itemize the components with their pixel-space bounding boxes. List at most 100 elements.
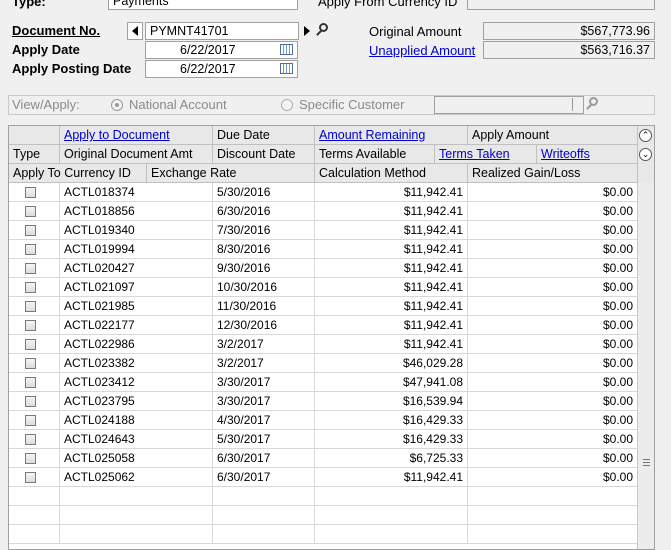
table-row[interactable]: ACTL022986 3/2/2017 $11,942.41 $0.00 (9, 335, 637, 354)
apply-posting-date-label: Apply Posting Date (12, 61, 132, 76)
column-original-document-amt[interactable]: Original Document Amt (60, 145, 213, 164)
due-date: 5/30/2016 (213, 183, 315, 202)
document-number: ACTL025058 (60, 449, 213, 468)
amount-remaining: $11,942.41 (315, 240, 468, 259)
column-due-date[interactable]: Due Date (213, 126, 315, 145)
table-row[interactable]: ACTL023412 3/30/2017 $47,941.08 $0.00 (9, 373, 637, 392)
apply-checkbox[interactable] (25, 339, 36, 350)
column-type[interactable]: Type (9, 145, 60, 164)
table-row[interactable]: ACTL023795 3/30/2017 $16,539.94 $0.00 (9, 392, 637, 411)
apply-amount[interactable]: $0.00 (468, 297, 637, 316)
table-row[interactable]: ACTL025062 6/30/2017 $11,942.41 $0.00 (9, 468, 637, 487)
row-select-cell (9, 449, 60, 468)
column-amount-remaining[interactable]: Amount Remaining (315, 126, 468, 145)
apply-amount[interactable]: $0.00 (468, 240, 637, 259)
column-calculation-method[interactable]: Calculation Method (315, 164, 468, 183)
column-apply-to-currency-id[interactable]: Apply To Currency ID (9, 164, 147, 183)
apply-checkbox[interactable] (25, 244, 36, 255)
due-date: 5/30/2017 (213, 430, 315, 449)
apply-amount[interactable]: $0.00 (468, 202, 637, 221)
amount-remaining: $11,942.41 (315, 297, 468, 316)
specific-customer-field (434, 96, 584, 114)
type-dropdown[interactable]: Payments (108, 0, 298, 10)
scroll-grip-icon (643, 459, 650, 466)
row-select-cell (9, 240, 60, 259)
column-exchange-rate[interactable]: Exchange Rate (147, 164, 315, 183)
apply-amount[interactable]: $0.00 (468, 183, 637, 202)
apply-checkbox[interactable] (25, 396, 36, 407)
apply-date-field[interactable]: 6/22/2017 (145, 41, 298, 59)
document-number: ACTL024643 (60, 430, 213, 449)
apply-checkbox[interactable] (25, 206, 36, 217)
unapplied-amount-link[interactable]: Unapplied Amount (369, 43, 475, 58)
column-terms-taken[interactable]: Terms Taken (435, 145, 537, 164)
table-row[interactable]: ACTL021985 11/30/2016 $11,942.41 $0.00 (9, 297, 637, 316)
apply-amount[interactable]: $0.00 (468, 259, 637, 278)
column-realized-gain-loss[interactable]: Realized Gain/Loss (468, 164, 637, 183)
document-no-label[interactable]: Document No. (12, 23, 100, 38)
apply-checkbox[interactable] (25, 472, 36, 483)
original-amount-label: Original Amount (369, 24, 462, 39)
apply-checkbox[interactable] (25, 320, 36, 331)
document-number: ACTL021097 (60, 278, 213, 297)
column-writeoffs[interactable]: Writeoffs (537, 145, 637, 164)
document-lookup-button[interactable] (315, 23, 329, 37)
row-select-cell (9, 373, 60, 392)
table-row[interactable]: ACTL018856 6/30/2016 $11,942.41 $0.00 (9, 202, 637, 221)
table-row[interactable]: ACTL023382 3/2/2017 $46,029.28 $0.00 (9, 354, 637, 373)
document-no-field[interactable]: PYMNT41701 (145, 22, 299, 40)
amount-remaining: $47,941.08 (315, 373, 468, 392)
apply-checkbox[interactable] (25, 453, 36, 464)
table-row[interactable]: ACTL019340 7/30/2016 $11,942.41 $0.00 (9, 221, 637, 240)
column-terms-available[interactable]: Terms Available (315, 145, 435, 164)
apply-amount[interactable]: $0.00 (468, 221, 637, 240)
apply-checkbox[interactable] (25, 301, 36, 312)
grid-scrollbar[interactable] (637, 183, 654, 549)
expand-rows-button[interactable]: ⌄ (639, 148, 652, 161)
apply-checkbox[interactable] (25, 282, 36, 293)
row-select-cell (9, 183, 60, 202)
table-row[interactable]: ACTL025058 6/30/2017 $6,725.33 $0.00 (9, 449, 637, 468)
apply-amount[interactable]: $0.00 (468, 449, 637, 468)
apply-amount[interactable]: $0.00 (468, 316, 637, 335)
table-row[interactable]: ACTL021097 10/30/2016 $11,942.41 $0.00 (9, 278, 637, 297)
apply-checkbox[interactable] (25, 187, 36, 198)
due-date: 3/30/2017 (213, 373, 315, 392)
document-number: ACTL024188 (60, 411, 213, 430)
next-document-button[interactable] (300, 22, 314, 40)
apply-amount[interactable]: $0.00 (468, 468, 637, 487)
apply-amount[interactable]: $0.00 (468, 354, 637, 373)
apply-amount[interactable]: $0.00 (468, 373, 637, 392)
column-discount-date[interactable]: Discount Date (213, 145, 315, 164)
column-apply-to-document[interactable]: Apply to Document (60, 126, 213, 145)
calendar-icon[interactable] (280, 63, 293, 74)
apply-checkbox[interactable] (25, 434, 36, 445)
apply-amount[interactable]: $0.00 (468, 392, 637, 411)
national-account-radio[interactable] (111, 99, 123, 111)
document-number: ACTL018856 (60, 202, 213, 221)
amount-remaining: $11,942.41 (315, 278, 468, 297)
table-row[interactable]: ACTL018374 5/30/2016 $11,942.41 $0.00 (9, 183, 637, 202)
table-row[interactable]: ACTL022177 12/30/2016 $11,942.41 $0.00 (9, 316, 637, 335)
apply-checkbox[interactable] (25, 263, 36, 274)
apply-amount[interactable]: $0.00 (468, 335, 637, 354)
row-select-cell (9, 525, 60, 544)
specific-customer-radio[interactable] (281, 99, 293, 111)
previous-document-button[interactable] (127, 22, 143, 40)
apply-posting-date-field[interactable]: 6/22/2017 (145, 60, 298, 78)
apply-amount[interactable]: $0.00 (468, 411, 637, 430)
apply-checkbox[interactable] (25, 415, 36, 426)
table-row[interactable]: ACTL019994 8/30/2016 $11,942.41 $0.00 (9, 240, 637, 259)
apply-checkbox[interactable] (25, 358, 36, 369)
table-row[interactable]: ACTL024188 4/30/2017 $16,429.33 $0.00 (9, 411, 637, 430)
apply-amount[interactable]: $0.00 (468, 430, 637, 449)
table-row[interactable]: ACTL020427 9/30/2016 $11,942.41 $0.00 (9, 259, 637, 278)
apply-checkbox[interactable] (25, 377, 36, 388)
collapse-rows-button[interactable]: ⌃ (639, 129, 652, 142)
table-row[interactable]: ACTL024643 5/30/2017 $16,429.33 $0.00 (9, 430, 637, 449)
calendar-icon[interactable] (280, 44, 293, 55)
apply-amount[interactable]: $0.00 (468, 278, 637, 297)
apply-checkbox[interactable] (25, 225, 36, 236)
column-apply-amount[interactable]: Apply Amount (468, 126, 637, 145)
row-select-cell (9, 506, 60, 525)
